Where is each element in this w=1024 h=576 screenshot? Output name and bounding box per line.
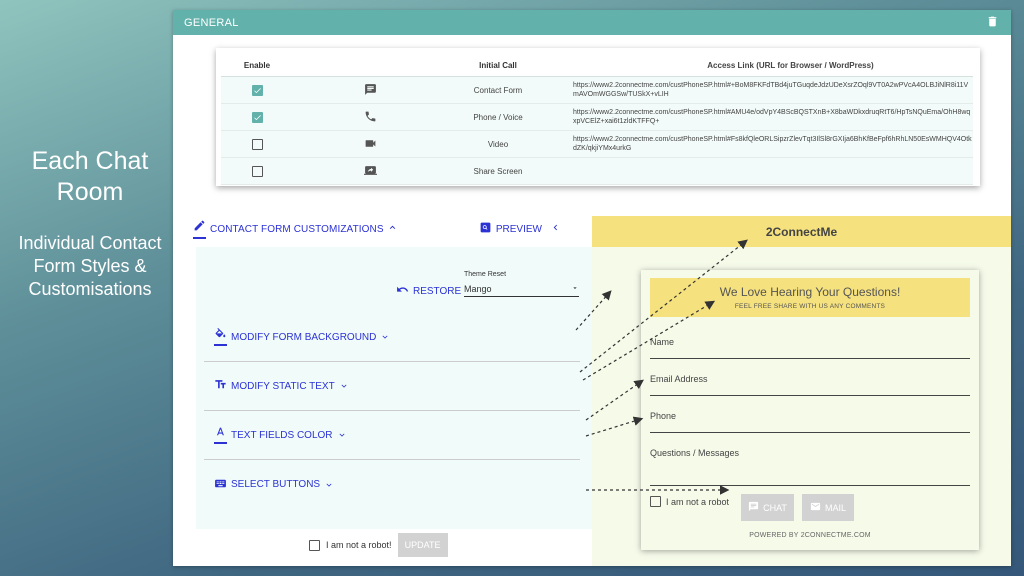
text-color-icon — [214, 426, 227, 444]
slide-caption: Each Chat Room Individual Contact Form S… — [0, 0, 173, 576]
table-header-row: Enable Initial Call Access Link (URL for… — [221, 54, 973, 77]
initial-call-label: Phone / Voice — [473, 112, 523, 122]
phone-field[interactable]: Phone — [650, 411, 970, 433]
form-robot-label: I am not a robot — [666, 496, 730, 507]
brand-bar: 2ConnectMe — [592, 216, 1011, 247]
initial-call-label: Video — [487, 139, 509, 149]
theme-select-value: Mango — [464, 283, 492, 294]
screen-share-icon — [364, 164, 377, 179]
preview-button[interactable]: PREVIEW — [479, 221, 561, 237]
theme-reset-label: Theme Reset — [464, 271, 507, 278]
name-field[interactable]: Name — [650, 337, 970, 359]
chevron-down-icon — [339, 433, 345, 437]
slide-heading: Each Chat Room — [31, 147, 149, 206]
access-links-card: Enable Initial Call Access Link (URL for… — [216, 48, 980, 186]
access-link[interactable]: https://www2.2connectme.com/custPhoneSP.… — [548, 108, 973, 126]
powered-by: POWERED BY 2CONNECTME.COM — [749, 532, 871, 539]
chevron-down-icon — [341, 384, 347, 388]
form-subtitle: FEEL FREE SHARE WITH US ANY COMMENTS — [734, 303, 886, 310]
robot-label: I am not a robot! — [326, 540, 392, 550]
table-row: Phone / Voice https://www2.2connectme.co… — [221, 104, 973, 131]
customization-panel: CONTACT FORM CUSTOMIZATIONS PREVIEW REST… — [173, 210, 592, 566]
enable-checkbox[interactable] — [251, 84, 263, 96]
paint-bucket-icon — [214, 328, 227, 346]
chat-button[interactable]: CHAT — [741, 494, 794, 521]
customization-body: RESTORE Theme Reset Mango MODIFY FORM BA… — [196, 247, 592, 529]
mail-label: MAIL — [824, 502, 846, 513]
table-row: Share Screen — [221, 158, 973, 185]
email-field[interactable]: Email Address — [650, 374, 970, 396]
enable-checkbox[interactable] — [251, 138, 263, 150]
chevron-left-icon — [542, 222, 561, 236]
table-row: Video https://www2.2connectme.com/custPh… — [221, 131, 973, 158]
access-link[interactable]: https://www2.2connectme.com/custPhoneSP.… — [548, 135, 973, 153]
slide-subtitle: Individual Contact Form Styles & Customi… — [18, 233, 162, 299]
form-robot-checkbox[interactable] — [650, 496, 661, 507]
theme-select[interactable]: Mango — [464, 281, 579, 297]
header-enable: Enable — [243, 60, 271, 70]
customization-header[interactable]: CONTACT FORM CUSTOMIZATIONS PREVIEW — [193, 219, 571, 239]
trash-icon[interactable] — [986, 15, 999, 31]
video-icon — [364, 137, 377, 152]
customization-title: CONTACT FORM CUSTOMIZATIONS — [210, 223, 384, 235]
table-row: Contact Form https://www2.2connectme.com… — [221, 77, 973, 104]
contact-form-preview: We Love Hearing Your Questions! FEEL FRE… — [641, 270, 979, 550]
robot-checkbox[interactable] — [309, 539, 320, 551]
header-initial-call: Initial Call — [479, 60, 517, 70]
enable-checkbox[interactable] — [251, 111, 263, 123]
initial-call-label: Share Screen — [473, 166, 523, 176]
section-label: MODIFY FORM BACKGROUND — [231, 331, 377, 343]
captcha-row: I am not a robot! UPDATE — [309, 533, 448, 557]
section-label: TEXT FIELDS COLOR — [231, 429, 333, 441]
enable-checkbox[interactable] — [251, 165, 263, 177]
update-button[interactable]: UPDATE — [397, 533, 448, 557]
preview-panel: 2ConnectMe We Love Hearing Your Question… — [592, 216, 1011, 566]
form-captcha: I am not a robot — [650, 496, 729, 507]
chat-label: CHAT — [763, 502, 787, 513]
keyboard-icon — [214, 477, 227, 493]
message-field[interactable]: Questions / Messages — [650, 448, 970, 486]
mail-icon — [810, 501, 825, 514]
restore-button[interactable]: RESTORE — [396, 283, 461, 299]
chat-icon — [364, 83, 377, 98]
access-links-table: Enable Initial Call Access Link (URL for… — [221, 54, 973, 185]
chat-icon — [748, 501, 763, 514]
topbar-title: GENERAL — [184, 16, 239, 29]
header-access-link: Access Link (URL for Browser / WordPress… — [707, 60, 874, 70]
undo-icon — [396, 283, 409, 299]
form-title: We Love Hearing Your Questions! — [719, 285, 901, 299]
text-format-icon — [214, 378, 227, 394]
section-select-buttons[interactable]: SELECT BUTTONS — [204, 460, 580, 509]
section-static-text[interactable]: MODIFY STATIC TEXT — [204, 362, 580, 411]
section-form-background[interactable]: MODIFY FORM BACKGROUND — [204, 313, 580, 362]
access-link[interactable]: https://www2.2connectme.com/custPhoneSP.… — [548, 81, 973, 99]
dropdown-arrow-icon — [571, 284, 579, 294]
general-topbar: GENERAL — [173, 10, 1011, 35]
section-label: MODIFY STATIC TEXT — [231, 380, 335, 392]
chevron-down-icon — [326, 483, 332, 487]
initial-call-label: Contact Form — [473, 85, 523, 95]
mail-button[interactable]: MAIL — [802, 494, 854, 521]
pencil-icon — [193, 219, 206, 239]
preview-label: PREVIEW — [495, 223, 542, 235]
preview-icon — [479, 221, 492, 237]
chevron-down-icon — [382, 335, 388, 339]
app-window: GENERAL Enable Initial Call Access Link … — [173, 10, 1011, 566]
theme-reset-row: RESTORE Theme Reset Mango — [396, 271, 581, 301]
section-label: SELECT BUTTONS — [231, 479, 321, 490]
restore-label: RESTORE — [413, 285, 462, 297]
form-header: We Love Hearing Your Questions! FEEL FRE… — [650, 278, 970, 317]
section-text-fields-color[interactable]: TEXT FIELDS COLOR — [204, 411, 580, 460]
chevron-up-icon — [384, 220, 398, 238]
phone-icon — [364, 110, 377, 125]
